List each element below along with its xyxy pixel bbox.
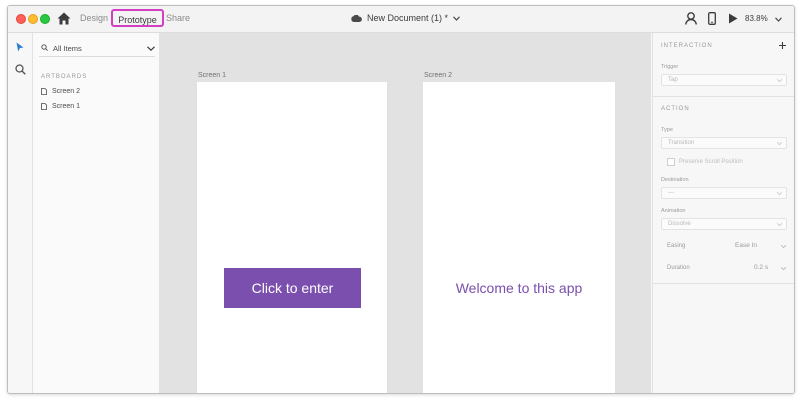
artboard-icon: [41, 88, 47, 95]
animation-label: Animation: [661, 208, 686, 214]
easing-label: Easing: [667, 243, 686, 249]
layer-item[interactable]: Screen 2: [41, 88, 80, 95]
app-window: Design Prototype Share New Document (1) …: [7, 5, 795, 394]
search-icon: [41, 44, 48, 51]
trigger-label: Trigger: [661, 64, 679, 70]
document-title: New Document (1) *: [367, 13, 449, 23]
type-label: Type: [661, 127, 673, 133]
zoom-tool-icon[interactable]: [15, 64, 26, 75]
title-bar: Design Prototype Share New Document (1) …: [8, 6, 794, 33]
design-canvas[interactable]: Screen 1 Screen 2 Click to enter Welcome…: [160, 33, 651, 393]
chevron-down-icon[interactable]: [781, 245, 786, 248]
zoom-level[interactable]: 83.8%: [745, 14, 768, 23]
user-icon[interactable]: [685, 12, 697, 25]
tab-design[interactable]: Design: [80, 13, 108, 23]
artboards-section-title: ARTBOARDS: [41, 74, 88, 80]
tab-prototype[interactable]: Prototype: [111, 9, 164, 27]
interaction-heading: INTERACTION: [661, 43, 713, 49]
welcome-text[interactable]: Welcome to this app: [423, 280, 615, 296]
device-preview-icon[interactable]: [708, 12, 716, 25]
tab-share[interactable]: Share: [166, 13, 190, 23]
document-title-menu[interactable]: New Document (1) *: [351, 13, 460, 23]
type-select[interactable]: Transition: [661, 137, 787, 149]
tool-strip: [8, 33, 33, 393]
preserve-scroll-label: Preserve Scroll Position: [679, 159, 743, 165]
play-icon[interactable]: [728, 13, 738, 24]
plus-icon[interactable]: [779, 42, 786, 49]
artboard-screen-2[interactable]: Welcome to this app: [423, 82, 615, 393]
destination-label: Destination: [661, 177, 689, 183]
home-icon[interactable]: [57, 12, 71, 25]
preserve-scroll-checkbox[interactable]: [667, 158, 675, 166]
layer-item[interactable]: Screen 1: [41, 103, 80, 110]
property-inspector: INTERACTION Trigger Tap ACTION Type Tran…: [652, 33, 794, 393]
click-to-enter-button[interactable]: Click to enter: [224, 268, 361, 308]
duration-stepper[interactable]: 0.2 s: [754, 264, 768, 271]
divider: [653, 283, 794, 284]
select-tool-icon[interactable]: [16, 42, 24, 52]
artboard-screen-1[interactable]: Click to enter: [197, 82, 387, 393]
chevron-down-icon: [777, 223, 782, 226]
layers-filter-label: All Items: [53, 44, 82, 53]
chevron-down-icon[interactable]: [775, 17, 782, 22]
layers-filter[interactable]: All Items: [39, 42, 155, 57]
chevron-down-icon: [147, 46, 155, 51]
chevron-down-icon[interactable]: [781, 267, 786, 270]
easing-select[interactable]: Ease In: [735, 242, 757, 249]
layers-panel: All Items ARTBOARDS Screen 2 Screen 1: [33, 33, 160, 393]
type-value: Transition: [668, 140, 695, 146]
chevron-down-icon: [777, 79, 782, 82]
preserve-scroll-option[interactable]: Preserve Scroll Position: [667, 158, 743, 166]
chevron-down-icon: [453, 15, 460, 21]
trigger-select[interactable]: Tap: [661, 74, 787, 86]
chevron-down-icon: [777, 192, 782, 195]
divider: [653, 96, 794, 97]
layer-item-label: Screen 1: [52, 103, 81, 110]
chevron-down-icon: [777, 142, 782, 145]
layer-item-label: Screen 2: [52, 88, 81, 95]
animation-select[interactable]: Dissolve: [661, 218, 787, 230]
cloud-icon: [351, 14, 362, 22]
trigger-value: Tap: [668, 77, 678, 83]
destination-value: ---: [668, 190, 674, 196]
animation-value: Dissolve: [668, 221, 691, 227]
close-window-button[interactable]: [16, 14, 26, 24]
action-heading: ACTION: [661, 106, 690, 112]
minimize-window-button[interactable]: [28, 14, 38, 24]
duration-label: Duration: [667, 265, 690, 271]
destination-select[interactable]: ---: [661, 187, 787, 199]
maximize-window-button[interactable]: [40, 14, 50, 24]
artboard-icon: [41, 103, 47, 110]
artboard-title[interactable]: Screen 1: [198, 72, 226, 79]
artboard-title[interactable]: Screen 2: [424, 72, 452, 79]
